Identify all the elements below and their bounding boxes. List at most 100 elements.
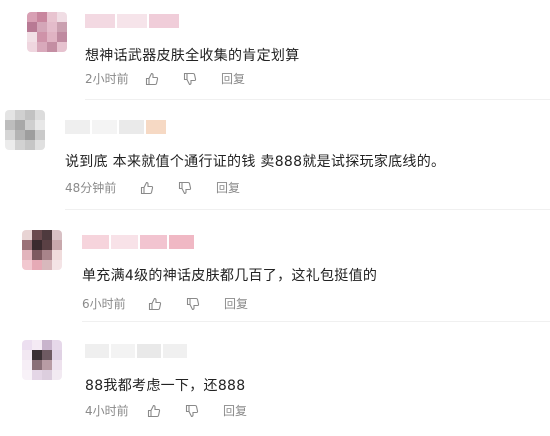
thumbs-up-icon[interactable]	[140, 181, 154, 195]
avatar-pixel	[22, 370, 32, 380]
avatar[interactable]	[5, 110, 45, 150]
username-pixel	[85, 14, 115, 28]
comment-item: 单充满4级的神话皮肤都几百了，这礼包挺值的 6小时前 回复	[0, 210, 550, 322]
avatar-pixel	[42, 240, 52, 250]
avatar-pixel	[42, 260, 52, 270]
avatar-pixel	[35, 120, 45, 130]
avatar-pixel	[5, 120, 15, 130]
username-blurred[interactable]	[82, 235, 194, 249]
avatar-pixel	[47, 42, 57, 52]
reply-button[interactable]: 回复	[216, 179, 240, 196]
avatar-pixel	[42, 340, 52, 350]
avatar-pixel	[32, 350, 42, 360]
thumbs-up-icon[interactable]	[147, 404, 161, 418]
comment-time: 2小时前	[85, 72, 129, 86]
username-pixel	[163, 344, 187, 358]
avatar-pixel	[25, 140, 35, 150]
avatar-pixel	[42, 230, 52, 240]
thumbs-up-icon[interactable]	[145, 72, 159, 86]
avatar-pixel	[25, 130, 35, 140]
comment-meta: 2小时前 回复	[85, 70, 245, 87]
username-pixel	[146, 120, 166, 134]
username-blurred[interactable]	[65, 120, 166, 134]
comment-time: 4小时前	[85, 404, 129, 418]
comment-text: 说到底 本来就值个通行证的钱 卖888就是试探玩家底线的。	[65, 154, 446, 170]
avatar-pixel	[5, 130, 15, 140]
avatar-pixel	[22, 230, 32, 240]
username-pixel	[140, 235, 167, 249]
avatar-pixel	[15, 110, 25, 120]
avatar-pixel	[57, 32, 67, 42]
avatar-pixel	[32, 240, 42, 250]
username-pixel	[111, 235, 138, 249]
avatar-pixel	[35, 130, 45, 140]
avatar-pixel	[22, 240, 32, 250]
username-pixel	[65, 120, 90, 134]
avatar-pixel	[15, 130, 25, 140]
avatar-pixel	[27, 32, 37, 42]
avatar-pixel	[52, 350, 62, 360]
avatar-pixel	[37, 22, 47, 32]
avatar[interactable]	[22, 230, 62, 270]
avatar-pixel	[32, 370, 42, 380]
username-pixel	[92, 120, 117, 134]
reply-button[interactable]: 回复	[224, 295, 248, 312]
avatar-pixel	[37, 12, 47, 22]
avatar-pixel	[47, 22, 57, 32]
avatar-pixel	[5, 140, 15, 150]
comment-meta: 48分钟前 回复	[65, 179, 240, 196]
username-pixel	[85, 344, 109, 358]
comment-item: 想神话武器皮肤全收集的肯定划算 2小时前 回复	[0, 0, 550, 100]
avatar-pixel	[5, 110, 15, 120]
thumbs-down-icon[interactable]	[186, 297, 200, 311]
avatar-pixel	[27, 42, 37, 52]
avatar-pixel	[32, 340, 42, 350]
thumbs-down-icon[interactable]	[185, 404, 199, 418]
avatar-pixel	[22, 340, 32, 350]
avatar[interactable]	[22, 340, 62, 380]
avatar-pixel	[57, 12, 67, 22]
comment-meta: 6小时前 回复	[82, 295, 248, 312]
username-pixel	[137, 344, 161, 358]
comment-text: 单充满4级的神话皮肤都几百了，这礼包挺值的	[82, 268, 378, 284]
avatar-pixel	[57, 42, 67, 52]
avatar-pixel	[52, 370, 62, 380]
avatar-pixel	[37, 42, 47, 52]
comment-time: 48分钟前	[65, 181, 117, 195]
thumbs-down-icon[interactable]	[183, 72, 197, 86]
avatar-pixel	[52, 250, 62, 260]
username-blurred[interactable]	[85, 14, 179, 28]
reply-button[interactable]: 回复	[221, 70, 245, 87]
avatar-pixel	[52, 260, 62, 270]
avatar-pixel	[42, 360, 52, 370]
comment-text: 想神话武器皮肤全收集的肯定划算	[85, 48, 300, 64]
username-pixel	[169, 235, 194, 249]
username-pixel	[117, 14, 147, 28]
avatar-pixel	[22, 360, 32, 370]
avatar-pixel	[37, 32, 47, 42]
avatar-pixel	[52, 360, 62, 370]
username-pixel	[111, 344, 135, 358]
avatar-pixel	[52, 230, 62, 240]
avatar-pixel	[22, 350, 32, 360]
username-pixel	[119, 120, 144, 134]
avatar-pixel	[42, 370, 52, 380]
username-pixel	[149, 14, 179, 28]
comment-item: 88我都考虑一下，还888 4小时前 回复	[0, 322, 550, 436]
avatar-pixel	[35, 140, 45, 150]
avatar-pixel	[27, 22, 37, 32]
avatar-pixel	[32, 230, 42, 240]
avatar-pixel	[32, 360, 42, 370]
comment-text: 88我都考虑一下，还888	[85, 378, 246, 394]
thumbs-down-icon[interactable]	[178, 181, 192, 195]
avatar-pixel	[42, 350, 52, 360]
reply-button[interactable]: 回复	[223, 402, 247, 419]
comment-item: 说到底 本来就值个通行证的钱 卖888就是试探玩家底线的。 48分钟前 回复	[0, 100, 550, 210]
avatar-pixel	[25, 110, 35, 120]
avatar-pixel	[57, 22, 67, 32]
avatar-pixel	[15, 120, 25, 130]
thumbs-up-icon[interactable]	[148, 297, 162, 311]
username-blurred[interactable]	[85, 344, 187, 358]
avatar[interactable]	[27, 12, 67, 52]
avatar-pixel	[25, 120, 35, 130]
